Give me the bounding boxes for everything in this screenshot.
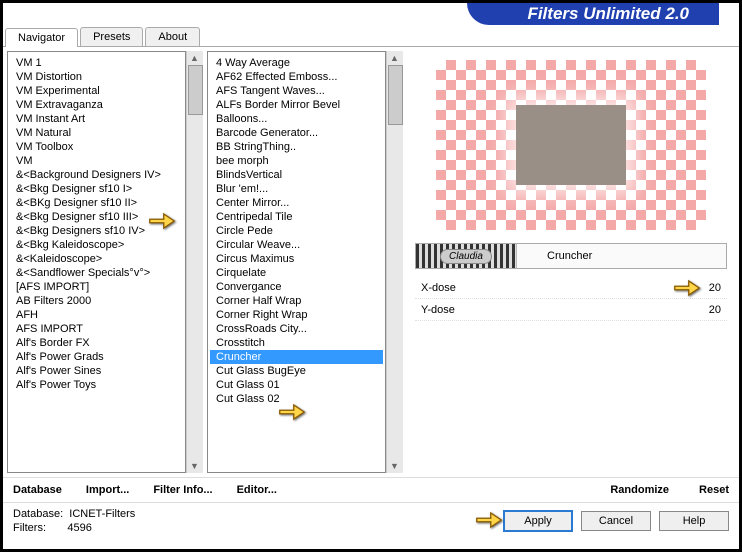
help-button[interactable]: Help	[659, 511, 729, 531]
current-filter-name: Cruncher	[516, 244, 726, 268]
list-item[interactable]: VM Distortion	[10, 70, 183, 84]
list-item[interactable]: Center Mirror...	[210, 196, 383, 210]
list-item[interactable]: Alf's Border FX	[10, 336, 183, 350]
filter-list[interactable]: 4 Way AverageAF62 Effected Emboss...AFS …	[207, 51, 386, 473]
list-item[interactable]: &<Kaleidoscope>	[10, 252, 183, 266]
list-item[interactable]: AFS Tangent Waves...	[210, 84, 383, 98]
tab-presets[interactable]: Presets	[80, 27, 143, 46]
param-row[interactable]: X-dose20	[415, 277, 727, 299]
scrollbar[interactable]	[186, 51, 203, 473]
param-value: 20	[691, 304, 721, 316]
list-item[interactable]: CrossRoads City...	[210, 322, 383, 336]
apply-button[interactable]: Apply	[503, 510, 573, 532]
list-item[interactable]: Circus Maximus	[210, 252, 383, 266]
list-item[interactable]: Cruncher	[210, 350, 383, 364]
tab-about[interactable]: About	[145, 27, 200, 46]
list-item[interactable]: Blur 'em!...	[210, 182, 383, 196]
list-item[interactable]: Alf's Power Grads	[10, 350, 183, 364]
list-item[interactable]: AB Filters 2000	[10, 294, 183, 308]
randomize-button[interactable]: Randomize	[610, 484, 669, 496]
list-item[interactable]: &<Bkg Designer sf10 I>	[10, 182, 183, 196]
editor-button[interactable]: Editor...	[237, 484, 277, 496]
list-item[interactable]: Centripedal Tile	[210, 210, 383, 224]
param-label: Y-dose	[421, 304, 691, 316]
param-label: X-dose	[421, 282, 691, 294]
list-item[interactable]: Corner Half Wrap	[210, 294, 383, 308]
tab-strip: NavigatorPresetsAbout	[3, 27, 739, 47]
list-item[interactable]: BB StringThing..	[210, 140, 383, 154]
list-item[interactable]: VM 1	[10, 56, 183, 70]
status-db-label: Database:	[13, 508, 63, 520]
list-item[interactable]: &<Background Designers IV>	[10, 168, 183, 182]
list-item[interactable]: Circular Weave...	[210, 238, 383, 252]
scrollbar[interactable]	[386, 51, 403, 473]
category-list[interactable]: VM 1VM DistortionVM ExperimentalVM Extra…	[7, 51, 186, 473]
list-item[interactable]: BlindsVertical	[210, 168, 383, 182]
app-title: Filters Unlimited 2.0	[467, 3, 719, 25]
list-item[interactable]: Circle Pede	[210, 224, 383, 238]
list-item[interactable]: VM Instant Art	[10, 112, 183, 126]
list-item[interactable]: AFH	[10, 308, 183, 322]
list-item[interactable]: &<Bkg Designer sf10 III>	[10, 210, 183, 224]
list-item[interactable]: [AFS IMPORT]	[10, 280, 183, 294]
database-button[interactable]: Database	[13, 484, 62, 496]
param-value: 20	[691, 282, 721, 294]
list-item[interactable]: Crosstitch	[210, 336, 383, 350]
list-item[interactable]: VM Extravaganza	[10, 98, 183, 112]
status-db-value: ICNET-Filters	[69, 508, 135, 520]
tab-navigator[interactable]: Navigator	[5, 28, 78, 47]
cancel-button[interactable]: Cancel	[581, 511, 651, 531]
list-item[interactable]: VM Natural	[10, 126, 183, 140]
list-item[interactable]: VM	[10, 154, 183, 168]
list-item[interactable]: Cut Glass 01	[210, 378, 383, 392]
list-item[interactable]: VM Toolbox	[10, 140, 183, 154]
list-item[interactable]: bee morph	[210, 154, 383, 168]
list-item[interactable]: Cirquelate	[210, 266, 383, 280]
list-item[interactable]: &<BKg Designer sf10 II>	[10, 196, 183, 210]
filter-info-button[interactable]: Filter Info...	[153, 484, 212, 496]
list-item[interactable]: AF62 Effected Emboss...	[210, 70, 383, 84]
list-item[interactable]: 4 Way Average	[210, 56, 383, 70]
list-item[interactable]: AFS IMPORT	[10, 322, 183, 336]
list-item[interactable]: Cut Glass BugEye	[210, 364, 383, 378]
list-item[interactable]: VM Experimental	[10, 84, 183, 98]
reset-button[interactable]: Reset	[699, 484, 729, 496]
logo-badge: Claudia	[416, 244, 516, 268]
preview-pane	[415, 55, 727, 235]
list-item[interactable]: Barcode Generator...	[210, 126, 383, 140]
import-button[interactable]: Import...	[86, 484, 129, 496]
list-item[interactable]: Balloons...	[210, 112, 383, 126]
list-item[interactable]: &<Sandflower Specials°v°>	[10, 266, 183, 280]
list-item[interactable]: &<Bkg Kaleidoscope>	[10, 238, 183, 252]
status-filters-label: Filters:	[13, 522, 46, 534]
list-item[interactable]: &<Bkg Designers sf10 IV>	[10, 224, 183, 238]
list-item[interactable]: Cut Glass 02	[210, 392, 383, 406]
list-item[interactable]: Corner Right Wrap	[210, 308, 383, 322]
param-row[interactable]: Y-dose20	[415, 299, 727, 321]
list-item[interactable]: ALFs Border Mirror Bevel	[210, 98, 383, 112]
list-item[interactable]: Alf's Power Toys	[10, 378, 183, 392]
list-item[interactable]: Convergance	[210, 280, 383, 294]
status-filters-value: 4596	[67, 522, 91, 534]
list-item[interactable]: Alf's Power Sines	[10, 364, 183, 378]
